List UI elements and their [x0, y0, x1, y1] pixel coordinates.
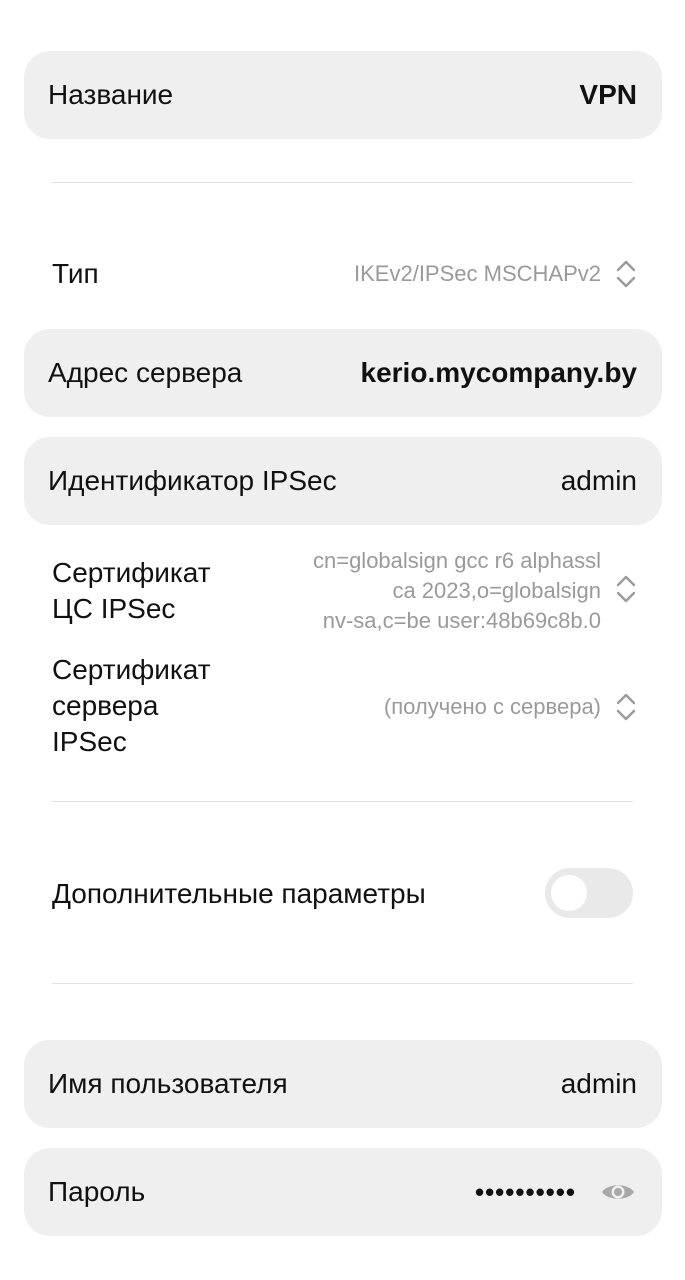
- username-field[interactable]: Имя пользователя admin: [24, 1040, 662, 1128]
- server-certificate-label: Сертификат сервера IPSec: [52, 654, 211, 757]
- name-field[interactable]: Название VPN: [24, 51, 662, 139]
- eye-icon[interactable]: [600, 1180, 636, 1204]
- ca-certificate-label: Сертификат ЦС IPSec: [52, 557, 211, 624]
- advanced-parameters-label: Дополнительные параметры: [52, 878, 426, 909]
- username-value: admin: [560, 1068, 637, 1099]
- type-selector[interactable]: Тип IKEv2/IPSec MSCHAPv2: [52, 256, 637, 292]
- type-value: IKEv2/IPSec MSCHAPv2: [354, 261, 601, 286]
- server-address-label: Адрес сервера: [48, 357, 243, 388]
- password-label: Пароль: [48, 1176, 146, 1207]
- server-certificate-selector[interactable]: Сертификат сервера IPSec (получено с сер…: [52, 652, 637, 762]
- ipsec-identifier-field[interactable]: Идентификатор IPSec admin: [24, 437, 662, 525]
- server-address-field[interactable]: Адрес сервера kerio.mycompany.by: [24, 329, 662, 417]
- name-value: VPN: [579, 79, 637, 110]
- server-address-value: kerio.mycompany.by: [360, 357, 637, 388]
- password-value: ••••••••••: [474, 1176, 576, 1207]
- server-certificate-value: (получено с сервера): [383, 694, 601, 719]
- chevron-up-down-icon: [616, 693, 636, 721]
- chevron-up-down-icon: [616, 260, 636, 288]
- password-field[interactable]: Пароль ••••••••••: [24, 1148, 662, 1236]
- divider: [52, 182, 633, 183]
- divider: [52, 801, 633, 802]
- ipsec-identifier-label: Идентификатор IPSec: [48, 465, 337, 496]
- type-label: Тип: [52, 258, 99, 289]
- toggle-knob: [551, 875, 587, 911]
- name-label: Название: [48, 79, 174, 110]
- password-value-group: ••••••••••: [475, 1177, 636, 1208]
- divider: [52, 983, 633, 984]
- ca-certificate-selector[interactable]: Сертификат ЦС IPSec cn=globalsign gcc r6…: [52, 546, 637, 636]
- chevron-up-down-icon: [616, 575, 636, 603]
- advanced-parameters-toggle[interactable]: [545, 868, 633, 918]
- ipsec-identifier-value: admin: [560, 465, 637, 496]
- ca-certificate-value: cn=globalsign gcc r6 alphassl ca 2023,o=…: [312, 548, 601, 633]
- username-label: Имя пользователя: [48, 1068, 288, 1099]
